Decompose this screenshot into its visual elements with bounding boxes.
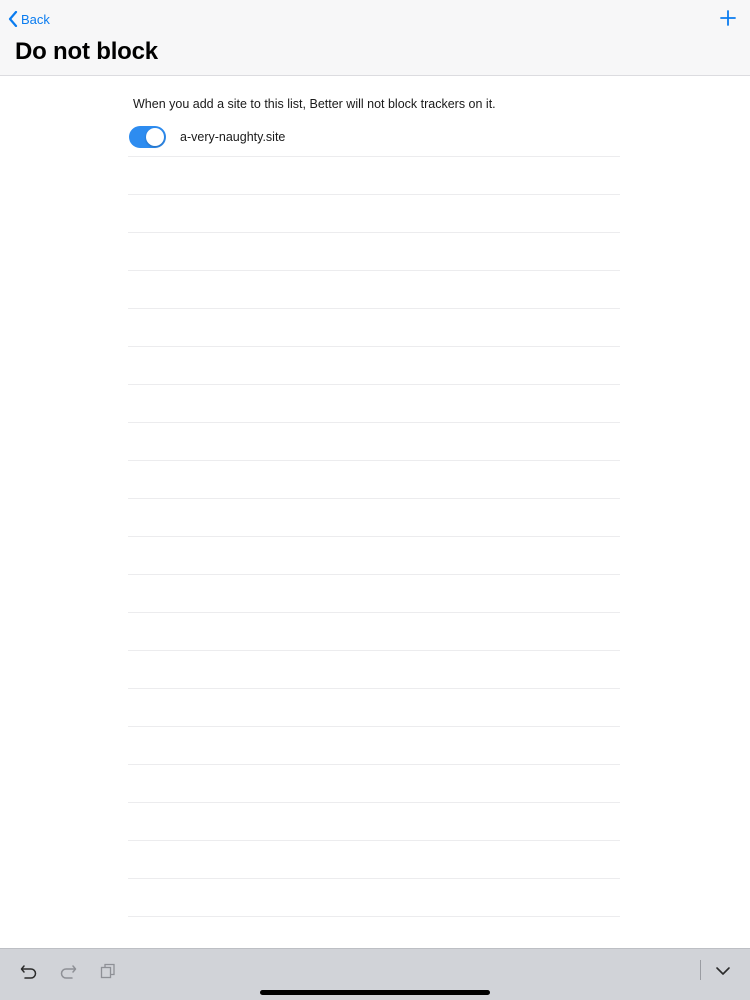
- row-separator: [128, 422, 620, 423]
- site-enabled-toggle[interactable]: [129, 126, 166, 148]
- dismiss-keyboard-button[interactable]: [713, 961, 733, 981]
- row-separator: [128, 156, 620, 157]
- row-separator: [128, 764, 620, 765]
- row-separator: [128, 384, 620, 385]
- toggle-knob: [146, 128, 164, 146]
- row-separator: [128, 460, 620, 461]
- redo-button[interactable]: [58, 961, 78, 981]
- row-separator: [128, 878, 620, 879]
- chevron-left-icon: [8, 11, 21, 27]
- paste-icon: [98, 961, 118, 981]
- row-separator: [128, 232, 620, 233]
- row-separator: [128, 346, 620, 347]
- row-separator: [128, 270, 620, 271]
- content-area: When you add a site to this list, Better…: [0, 76, 750, 948]
- undo-button[interactable]: [19, 961, 39, 981]
- row-separator: [128, 612, 620, 613]
- row-separator: [128, 574, 620, 575]
- row-separator: [128, 650, 620, 651]
- paste-button[interactable]: [98, 961, 118, 981]
- navigation-bar: Back Do not block: [0, 0, 750, 76]
- home-indicator: [260, 990, 490, 995]
- page-title: Do not block: [15, 38, 158, 65]
- row-separator: [128, 688, 620, 689]
- chevron-down-icon: [713, 961, 733, 981]
- redo-icon: [58, 961, 78, 981]
- row-separator: [128, 840, 620, 841]
- row-separator: [128, 802, 620, 803]
- row-separator: [128, 194, 620, 195]
- screen: Back Do not block When you add a site to…: [0, 0, 750, 1000]
- add-site-button[interactable]: [718, 8, 738, 28]
- site-name: a-very-naughty.site: [180, 130, 286, 144]
- list-description: When you add a site to this list, Better…: [133, 97, 496, 111]
- row-separator: [128, 308, 620, 309]
- row-separator: [128, 726, 620, 727]
- row-separator: [128, 536, 620, 537]
- undo-icon: [19, 961, 39, 981]
- plus-icon: [718, 8, 738, 28]
- row-separator: [128, 498, 620, 499]
- back-label: Back: [21, 11, 50, 27]
- toolbar-divider: [700, 960, 701, 980]
- row-separator: [128, 916, 620, 917]
- back-button[interactable]: Back: [8, 8, 50, 30]
